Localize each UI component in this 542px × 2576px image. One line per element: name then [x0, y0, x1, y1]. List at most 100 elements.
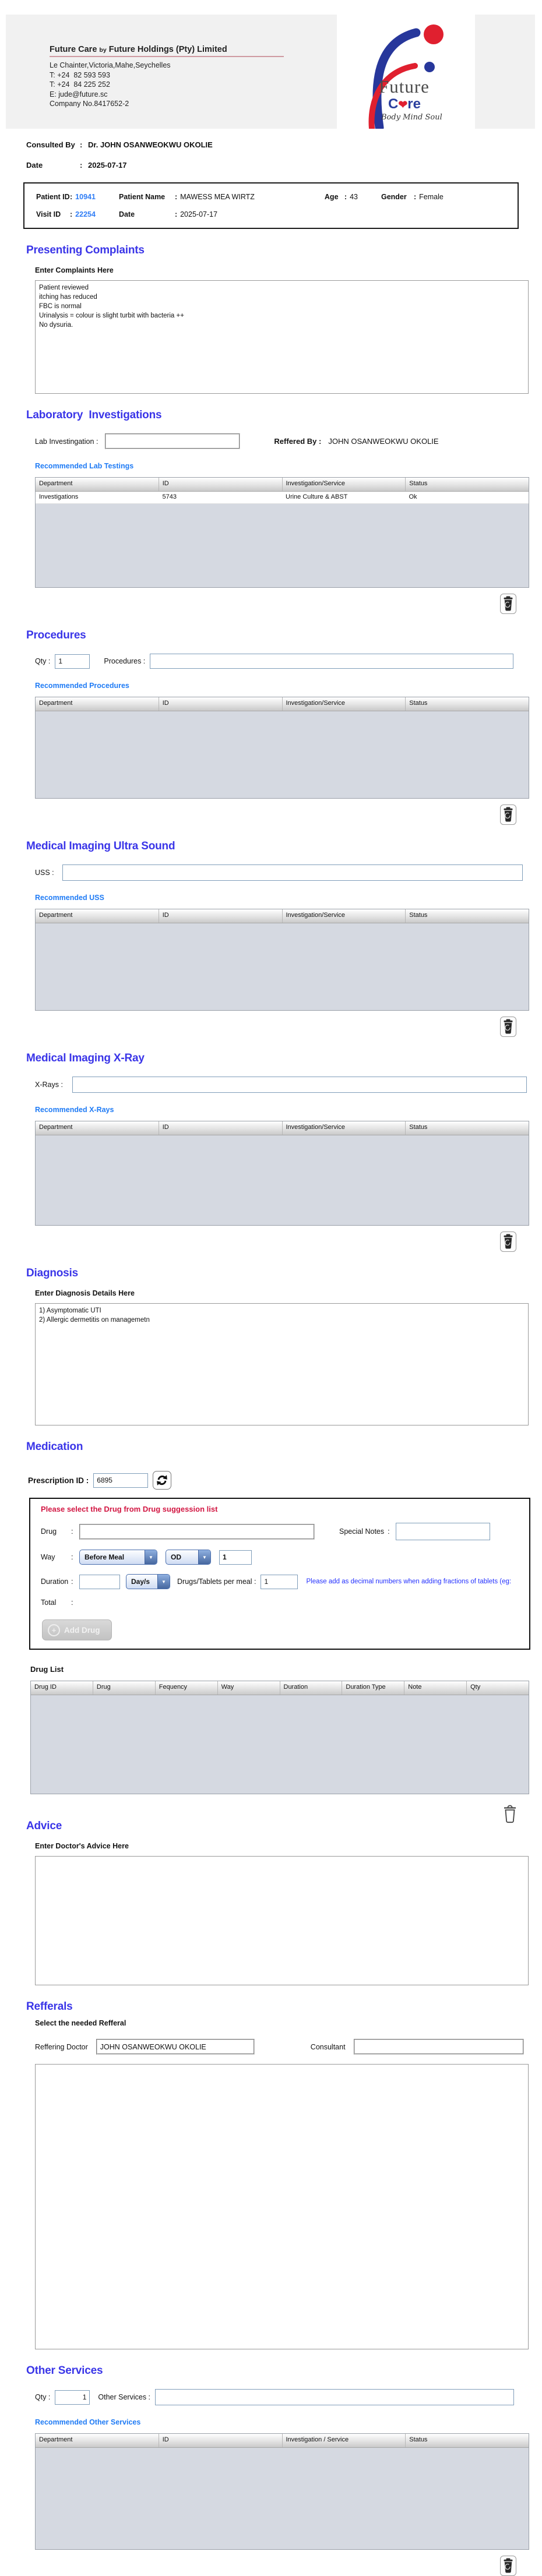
xray-field-row: X-Rays : [35, 1077, 542, 1093]
table-body [36, 1135, 529, 1225]
chevron-down-icon: ▼ [198, 1550, 210, 1564]
other-services-input[interactable] [155, 2389, 515, 2405]
uss-delete-trash-icon[interactable] [500, 1017, 516, 1037]
section-title-presenting-complaints: Presenting Complaints [26, 244, 145, 256]
way-label: Way [41, 1553, 55, 1561]
frequency-value: OD [171, 1553, 181, 1561]
uss-table: Department ID Investigation/Service Status [35, 909, 529, 1011]
duration-unit-value: Day/s [131, 1578, 150, 1586]
other-services-qty-input[interactable] [55, 2390, 90, 2405]
advice-textarea[interactable] [35, 1856, 529, 1985]
special-notes-input[interactable] [396, 1523, 491, 1540]
drug-list-label: Drug List [30, 1665, 64, 1674]
section-title-diagnosis: Diagnosis [26, 1267, 78, 1279]
gender-value: Female [419, 193, 444, 201]
table-cell: Ok [409, 493, 417, 500]
xray-input[interactable] [72, 1077, 527, 1093]
frequency-select[interactable]: OD ▼ [166, 1550, 211, 1565]
company-address: Le Chainter,Victoria,Mahe,Seychelles [50, 61, 171, 69]
lab-trash-row [0, 594, 529, 614]
refresh-icon[interactable] [153, 1471, 172, 1490]
logo-care-text: C❤re [388, 96, 421, 112]
refferals-sublabel: Select the needed Refferal [35, 2019, 126, 2027]
consulted-by-value: Dr. JOHN OSANWEOKWU OKOLIE [88, 140, 213, 149]
duration-input[interactable] [79, 1574, 120, 1589]
section-title-other-services: Other Services [26, 2365, 103, 2377]
duration-label: Duration [41, 1578, 69, 1586]
company-number: Company No.8417652-2 [50, 100, 129, 108]
lab-delete-trash-icon[interactable] [500, 594, 516, 614]
complaints-textarea[interactable]: Patient reviewed itching has reduced FBC… [35, 280, 529, 394]
heart-icon: ❤ [398, 99, 408, 111]
drug-input[interactable] [79, 1523, 315, 1540]
prescription-id-input[interactable] [93, 1473, 149, 1488]
procedures-qty-input[interactable] [55, 654, 90, 669]
section-title-laboratory: Laboratory Investigations [26, 409, 162, 421]
plus-icon: + [48, 1624, 60, 1636]
meal-timing-select[interactable]: Before Meal ▼ [79, 1550, 157, 1565]
column-header: Status [409, 912, 428, 919]
colon: : [344, 193, 347, 201]
procedures-label: Procedures : [104, 657, 146, 665]
uss-input[interactable] [62, 864, 523, 881]
lab-investigation-input[interactable] [105, 433, 241, 449]
table-cell: Investigations [39, 493, 79, 500]
lab-table: Department ID Investigation/Service Status I… [35, 477, 529, 588]
meal-timing-value: Before Meal [85, 1553, 125, 1561]
colon: : [71, 1553, 73, 1561]
add-drug-button[interactable]: + Add Drug [42, 1619, 112, 1640]
logo-tagline: Body Mind Soul [381, 113, 442, 122]
duration-unit-select[interactable]: Day/s ▼ [126, 1574, 170, 1589]
colon: : [80, 140, 83, 149]
procedures-delete-trash-icon[interactable] [500, 804, 516, 825]
table-row[interactable]: Investigations 5743 Urine Culture & ABST Ok [36, 492, 529, 504]
consultation-page: Future Care by Future Holdings (Pty) Lim… [0, 0, 542, 2576]
colon: : [413, 193, 417, 201]
other-services-trash-row [0, 2556, 529, 2576]
gender-label: Gender [381, 193, 407, 201]
column-header: Status [409, 480, 428, 487]
drug-suggestion-warning: Please select the Drug from Drug suggess… [41, 1505, 218, 1513]
section-title-refferals: Refferals [26, 2000, 73, 2013]
table-cell: Urine Culture & ABST [286, 493, 348, 500]
column-header: Status [409, 700, 428, 707]
table-body [36, 711, 529, 798]
column-header: ID [159, 2434, 283, 2447]
decimal-hint: Please add as decimal numbers when addin… [306, 1578, 512, 1585]
per-meal-label: Drugs/Tablets per meal : [177, 1578, 256, 1586]
other-services-delete-trash-icon[interactable] [500, 2556, 516, 2576]
xray-delete-trash-icon[interactable] [500, 1231, 516, 1252]
column-header: Status [409, 1124, 428, 1131]
colon: : [174, 210, 178, 218]
diagnosis-textarea[interactable]: 1) Asymptomatic UTI 2) Allergic dermetit… [35, 1303, 529, 1425]
drug-label: Drug [41, 1527, 57, 1536]
referring-doctor-input[interactable] [96, 2039, 255, 2055]
column-header: Qty [470, 1684, 481, 1691]
company-header: Future Care by Future Holdings (Pty) Lim… [6, 8, 535, 131]
procedures-trash-row [0, 804, 529, 825]
advice-delete-trash-icon[interactable] [501, 1804, 519, 1825]
consulted-by-label: Consulted By [26, 140, 75, 149]
procedures-table: Department ID Investigation/Service Status [35, 697, 529, 799]
column-header: Duration [280, 1681, 343, 1695]
table-header-row: Department ID Investigation / Service Statu… [36, 2434, 529, 2448]
visit-date-label: Date [118, 210, 135, 218]
table-header-row: Department ID Investigation/Service Status [36, 478, 529, 492]
company-underline [50, 56, 284, 57]
table-header-row: Drug ID Drug Fequency Way Duration Duration T… [31, 1681, 529, 1695]
table-header-row: Department ID Investigation/Service Status [36, 909, 529, 923]
date-line: Date : 2025-07-17 [26, 161, 542, 170]
way-qty-input[interactable] [219, 1550, 252, 1565]
refferal-listbox[interactable] [35, 2064, 529, 2349]
per-meal-input[interactable] [261, 1574, 298, 1589]
referred-by-label: Reffered By : [274, 437, 322, 446]
column-header: Department [36, 909, 159, 923]
column-header: Investigation/Service [283, 909, 406, 923]
table-cell: 5743 [162, 493, 177, 500]
visit-id-label: Visit ID [36, 210, 61, 218]
colon: : [70, 193, 73, 201]
visit-date-value: 2025-07-17 [180, 210, 218, 218]
procedures-input[interactable] [150, 654, 514, 669]
consultant-input[interactable] [353, 2039, 524, 2055]
section-title-advice: Advice [26, 1820, 62, 1832]
